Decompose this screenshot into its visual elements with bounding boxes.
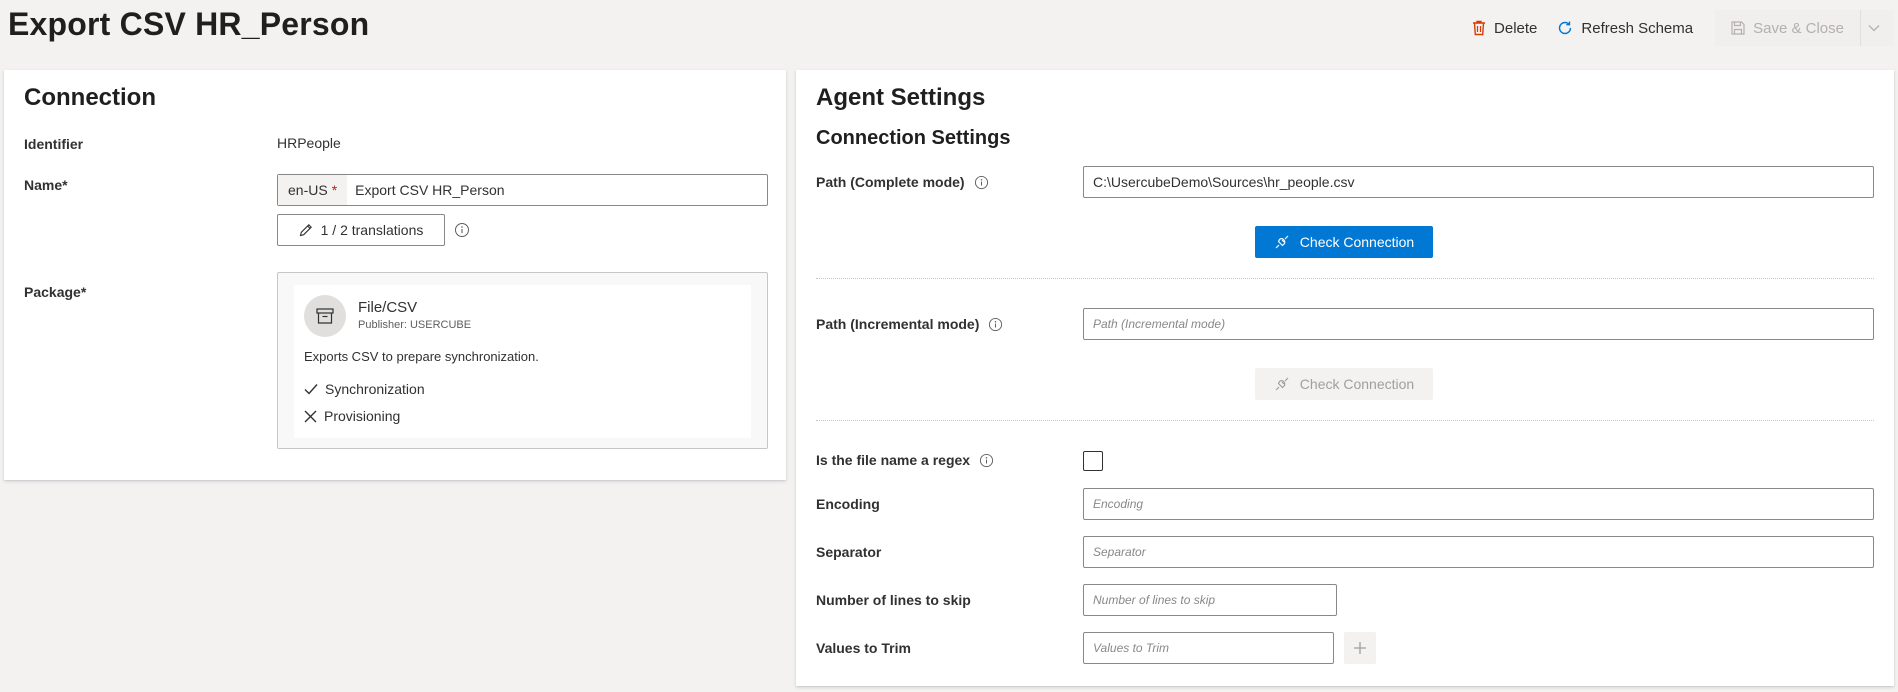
package-publisher: Publisher: USERCUBE — [358, 319, 472, 331]
path-incremental-label-text: Path (Incremental mode) — [816, 316, 980, 332]
language-prefix: en-US * — [278, 175, 348, 205]
lines-skip-input[interactable]: Number of lines to skip — [1083, 584, 1337, 616]
info-icon[interactable] — [974, 175, 989, 190]
cross-icon — [304, 410, 317, 422]
encoding-placeholder: Encoding — [1093, 497, 1144, 511]
separator-placeholder: Separator — [1093, 545, 1146, 559]
path-incremental-placeholder: Path (Incremental mode) — [1093, 317, 1226, 331]
trim-placeholder: Values to Trim — [1093, 641, 1170, 655]
divider — [816, 278, 1874, 279]
command-bar: Delete Refresh Schema Save & Close — [1462, 10, 1898, 46]
identifier-value: HRPeople — [277, 135, 341, 151]
info-icon[interactable] — [979, 453, 994, 468]
regex-label-text: Is the file name a regex — [816, 452, 971, 468]
save-close-button[interactable]: Save & Close — [1715, 10, 1860, 46]
plug-icon — [1275, 235, 1289, 249]
check-connection-incremental-button[interactable]: Check Connection — [1255, 368, 1433, 400]
path-incremental-label: Path (Incremental mode) — [816, 316, 1003, 332]
feature-label: Synchronization — [325, 381, 425, 397]
trim-input[interactable]: Values to Trim — [1083, 632, 1334, 664]
add-trim-value-button[interactable] — [1344, 632, 1376, 664]
check-connection-label: Check Connection — [1299, 376, 1415, 392]
archive-icon — [316, 308, 334, 324]
separator-input[interactable]: Separator — [1083, 536, 1874, 568]
plus-icon — [1354, 642, 1366, 654]
feature-label: Provisioning — [324, 408, 401, 424]
save-split-button: Save & Close — [1715, 10, 1894, 46]
name-input[interactable]: en-US * Export CSV HR_Person — [277, 174, 768, 206]
name-label: Name* — [24, 177, 68, 193]
refresh-schema-button[interactable]: Refresh Schema — [1547, 10, 1703, 46]
package-description: Exports CSV to prepare synchronization. — [304, 349, 539, 364]
connection-settings-heading: Connection Settings — [816, 127, 1011, 149]
package-name: File/CSV — [358, 299, 418, 316]
chevron-down-icon — [1868, 25, 1879, 32]
trim-label: Values to Trim — [816, 640, 911, 656]
delete-label: Delete — [1494, 19, 1538, 37]
agent-settings-card: Agent Settings Connection Settings Path … — [796, 70, 1894, 686]
package-card: File/CSV Publisher: USERCUBE Exports CSV… — [294, 285, 751, 438]
refresh-icon — [1559, 21, 1572, 35]
path-incremental-input[interactable]: Path (Incremental mode) — [1083, 308, 1874, 340]
encoding-input[interactable]: Encoding — [1083, 488, 1874, 520]
translations-label: 1 / 2 translations — [320, 222, 424, 238]
regex-label: Is the file name a regex — [816, 452, 994, 468]
package-label: Package* — [24, 284, 87, 300]
regex-checkbox[interactable] — [1083, 451, 1103, 471]
feature-provisioning: Provisioning — [304, 408, 400, 424]
language-code: en-US — [288, 182, 328, 198]
check-connection-button[interactable]: Check Connection — [1255, 226, 1433, 258]
path-complete-value: C:\UsercubeDemo\Sources\hr_people.csv — [1093, 174, 1355, 190]
package-selector[interactable]: File/CSV Publisher: USERCUBE Exports CSV… — [277, 272, 768, 449]
path-complete-label: Path (Complete mode) — [816, 174, 989, 190]
feature-synchronization: Synchronization — [304, 381, 425, 397]
save-close-label: Save & Close — [1753, 19, 1844, 37]
refresh-schema-label: Refresh Schema — [1581, 19, 1694, 37]
identifier-label: Identifier — [24, 136, 84, 152]
plug-icon — [1275, 377, 1289, 391]
separator-label: Separator — [816, 544, 882, 560]
translations-button[interactable]: 1 / 2 translations — [277, 214, 445, 246]
page-title: Export CSV HR_Person — [8, 6, 370, 42]
encoding-label: Encoding — [816, 496, 880, 512]
connection-heading: Connection — [24, 84, 156, 111]
connection-card: Connection Identifier HRPeople Name* en-… — [4, 70, 786, 480]
lines-skip-placeholder: Number of lines to skip — [1093, 593, 1216, 607]
path-complete-label-text: Path (Complete mode) — [816, 174, 965, 190]
agent-settings-heading: Agent Settings — [816, 84, 986, 111]
delete-button[interactable]: Delete — [1462, 10, 1547, 46]
checkmark-icon — [304, 384, 318, 395]
lines-skip-label: Number of lines to skip — [816, 592, 971, 608]
info-icon[interactable] — [988, 317, 1003, 332]
name-value: Export CSV HR_Person — [355, 182, 505, 198]
package-icon-wrap — [304, 295, 346, 337]
divider — [816, 420, 1874, 421]
info-icon[interactable] — [454, 222, 470, 238]
pencil-icon — [299, 224, 312, 237]
save-icon — [1731, 21, 1745, 35]
required-mark: * — [331, 182, 338, 198]
check-connection-label: Check Connection — [1299, 234, 1415, 250]
path-complete-input[interactable]: C:\UsercubeDemo\Sources\hr_people.csv — [1083, 166, 1874, 198]
save-options-dropdown[interactable] — [1860, 10, 1894, 46]
trash-icon — [1473, 20, 1486, 36]
